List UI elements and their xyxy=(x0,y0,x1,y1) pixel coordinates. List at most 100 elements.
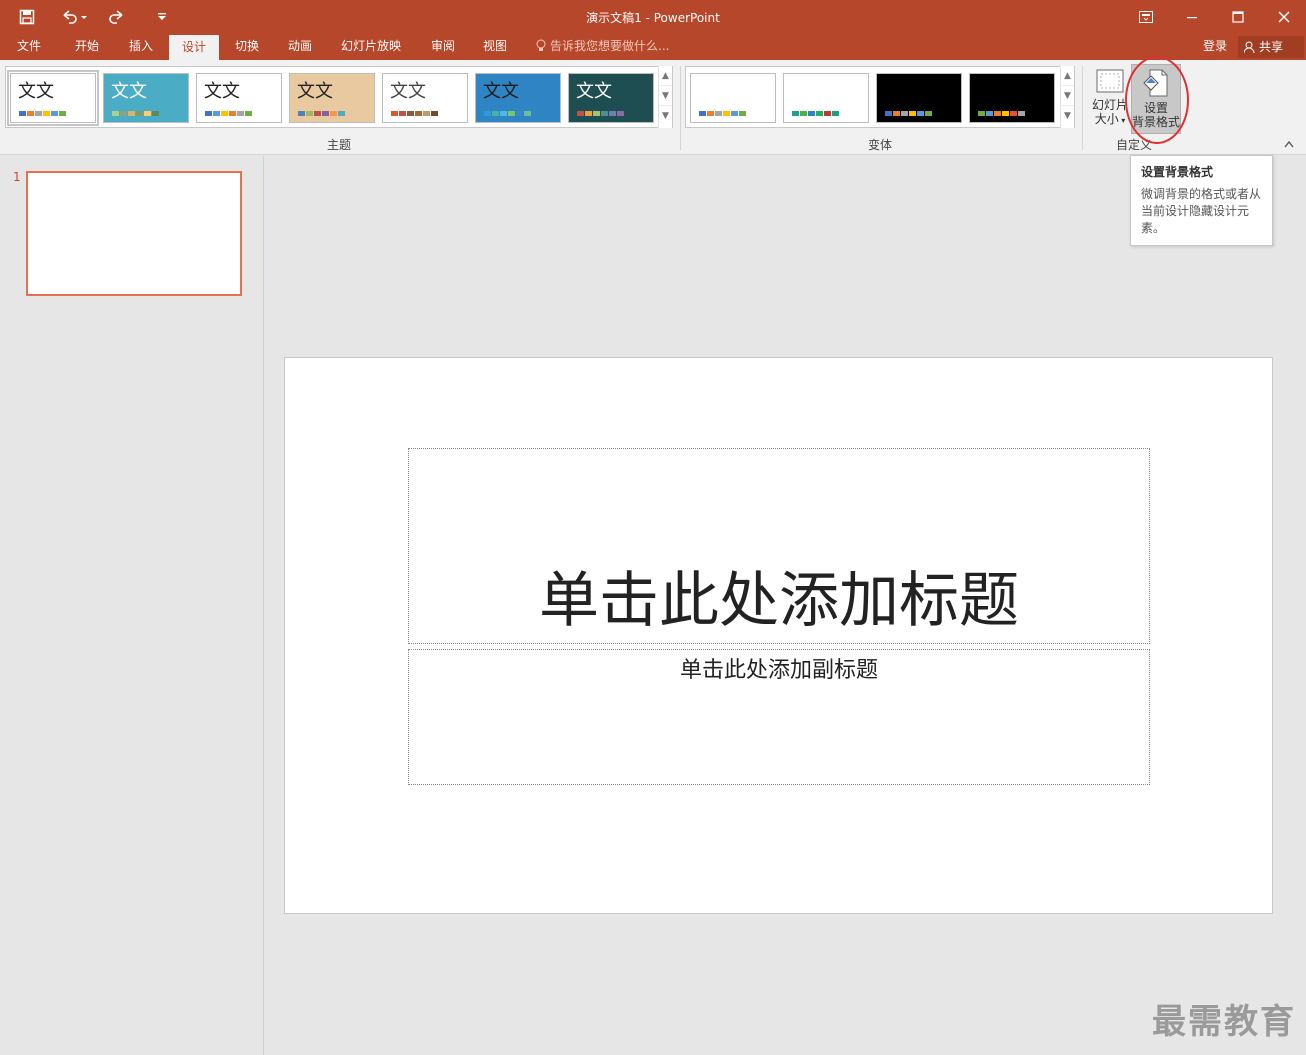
color-swatch xyxy=(516,111,523,116)
theme-sample-text: 文文 xyxy=(204,81,240,102)
color-swatch xyxy=(832,111,839,116)
document-title: 演示文稿1 - PowerPoint xyxy=(586,11,720,25)
theme-thumbnail[interactable]: 文文 xyxy=(382,73,468,123)
color-swatches xyxy=(205,111,252,116)
color-swatch xyxy=(484,111,491,116)
maximize-icon[interactable] xyxy=(1215,0,1261,34)
tab-view[interactable]: 视图 xyxy=(472,34,518,60)
color-swatch xyxy=(723,111,730,116)
color-swatch xyxy=(731,111,738,116)
share-button[interactable]: 共享 xyxy=(1238,36,1304,58)
color-swatch xyxy=(59,111,66,116)
color-swatch xyxy=(500,111,507,116)
color-swatch xyxy=(593,111,600,116)
tab-transitions[interactable]: 切换 xyxy=(224,34,270,60)
color-swatch xyxy=(601,111,608,116)
scroll-down-icon[interactable]: ▼ xyxy=(1061,86,1074,106)
variant-thumbnail[interactable] xyxy=(969,73,1055,123)
title-placeholder[interactable]: 单击此处添加标题 xyxy=(408,448,1150,644)
theme-thumbnail[interactable]: 文文 xyxy=(103,73,189,123)
theme-sample-text: 文文 xyxy=(297,81,333,102)
subtitle-placeholder[interactable]: 单击此处添加副标题 xyxy=(408,649,1150,785)
theme-thumbnail[interactable]: 文文 xyxy=(289,73,375,123)
color-swatch xyxy=(136,111,143,116)
color-swatches xyxy=(484,111,531,116)
tab-animations[interactable]: 动画 xyxy=(277,34,323,60)
color-swatch xyxy=(322,111,329,116)
color-swatches xyxy=(112,111,159,116)
themes-scroll: ▲ ▼ ▼ xyxy=(658,66,672,128)
color-swatch xyxy=(978,111,985,116)
close-icon[interactable] xyxy=(1261,0,1306,34)
color-swatch xyxy=(330,111,337,116)
dropdown-arrow-icon: ▾ xyxy=(1118,116,1126,125)
color-swatch xyxy=(986,111,993,116)
color-swatch xyxy=(338,111,345,116)
tab-file[interactable]: 文件 xyxy=(6,34,52,60)
tab-home[interactable]: 开始 xyxy=(64,34,110,60)
theme-sample-text: 文文 xyxy=(18,81,54,102)
tooltip-title: 设置背景格式 xyxy=(1141,165,1214,179)
color-swatch xyxy=(609,111,616,116)
themes-group-label: 主题 xyxy=(327,138,352,152)
color-swatch xyxy=(508,111,515,116)
annotation-circle xyxy=(1125,56,1189,144)
color-swatch xyxy=(51,111,58,116)
color-swatches xyxy=(885,111,932,116)
color-swatch xyxy=(901,111,908,116)
tab-review[interactable]: 审阅 xyxy=(420,34,466,60)
variant-thumbnail[interactable] xyxy=(690,73,776,123)
color-swatch xyxy=(205,111,212,116)
theme-thumbnail[interactable]: 文文 xyxy=(7,70,99,126)
tab-design[interactable]: 设计 xyxy=(169,35,219,60)
color-swatch xyxy=(399,111,406,116)
color-swatches xyxy=(298,111,345,116)
color-swatches xyxy=(577,111,624,116)
color-swatch xyxy=(816,111,823,116)
variant-thumbnail[interactable] xyxy=(783,73,869,123)
theme-thumbnail[interactable]: 文文 xyxy=(475,73,561,123)
color-swatch xyxy=(314,111,321,116)
color-swatch xyxy=(739,111,746,116)
color-swatch xyxy=(237,111,244,116)
color-swatch xyxy=(43,111,50,116)
color-swatch xyxy=(415,111,422,116)
more-icon[interactable]: ▼ xyxy=(1061,106,1074,126)
color-swatch xyxy=(893,111,900,116)
more-icon[interactable]: ▼ xyxy=(659,106,672,126)
variant-thumbnail[interactable] xyxy=(876,73,962,123)
theme-sample-text: 文文 xyxy=(111,81,147,102)
color-swatch xyxy=(128,111,135,116)
color-swatch xyxy=(707,111,714,116)
color-swatches xyxy=(391,111,438,116)
collapse-ribbon-icon[interactable] xyxy=(1284,137,1294,151)
slide-thumbnail[interactable] xyxy=(26,171,242,296)
color-swatch xyxy=(431,111,438,116)
variants-group-label: 变体 xyxy=(868,138,893,152)
scroll-down-icon[interactable]: ▼ xyxy=(659,86,672,106)
tell-me-box[interactable]: 告诉我您想要做什么... xyxy=(536,34,669,60)
color-swatch xyxy=(1002,111,1009,116)
color-swatch xyxy=(792,111,799,116)
theme-thumbnail[interactable]: 文文 xyxy=(568,73,654,123)
format-background-tooltip: 设置背景格式 微调背景的格式或者从当前设计隐藏设计元素。 xyxy=(1130,155,1273,246)
color-swatch xyxy=(994,111,1001,116)
color-swatch xyxy=(524,111,531,116)
scroll-up-icon[interactable]: ▲ xyxy=(1061,66,1074,86)
color-swatch xyxy=(144,111,151,116)
theme-sample-text: 文文 xyxy=(576,81,612,102)
theme-thumbnail[interactable]: 文文 xyxy=(196,73,282,123)
themes-gallery: 文文 文文 文文 文文 文文 文文 文文 ▲ ▼ ▼ xyxy=(5,66,673,128)
separator xyxy=(1082,66,1083,150)
sign-in-link[interactable]: 登录 xyxy=(1203,34,1227,60)
minimize-icon[interactable] xyxy=(1169,0,1215,34)
color-swatch xyxy=(35,111,42,116)
tab-insert[interactable]: 插入 xyxy=(118,34,164,60)
color-swatch xyxy=(221,111,228,116)
color-swatch xyxy=(1018,111,1025,116)
tab-slideshow[interactable]: 幻灯片放映 xyxy=(334,34,408,60)
ribbon-display-options-icon[interactable] xyxy=(1123,0,1169,34)
theme-sample-text: 文文 xyxy=(483,81,519,102)
variants-gallery: ▲ ▼ ▼ xyxy=(685,66,1075,128)
scroll-up-icon[interactable]: ▲ xyxy=(659,66,672,86)
